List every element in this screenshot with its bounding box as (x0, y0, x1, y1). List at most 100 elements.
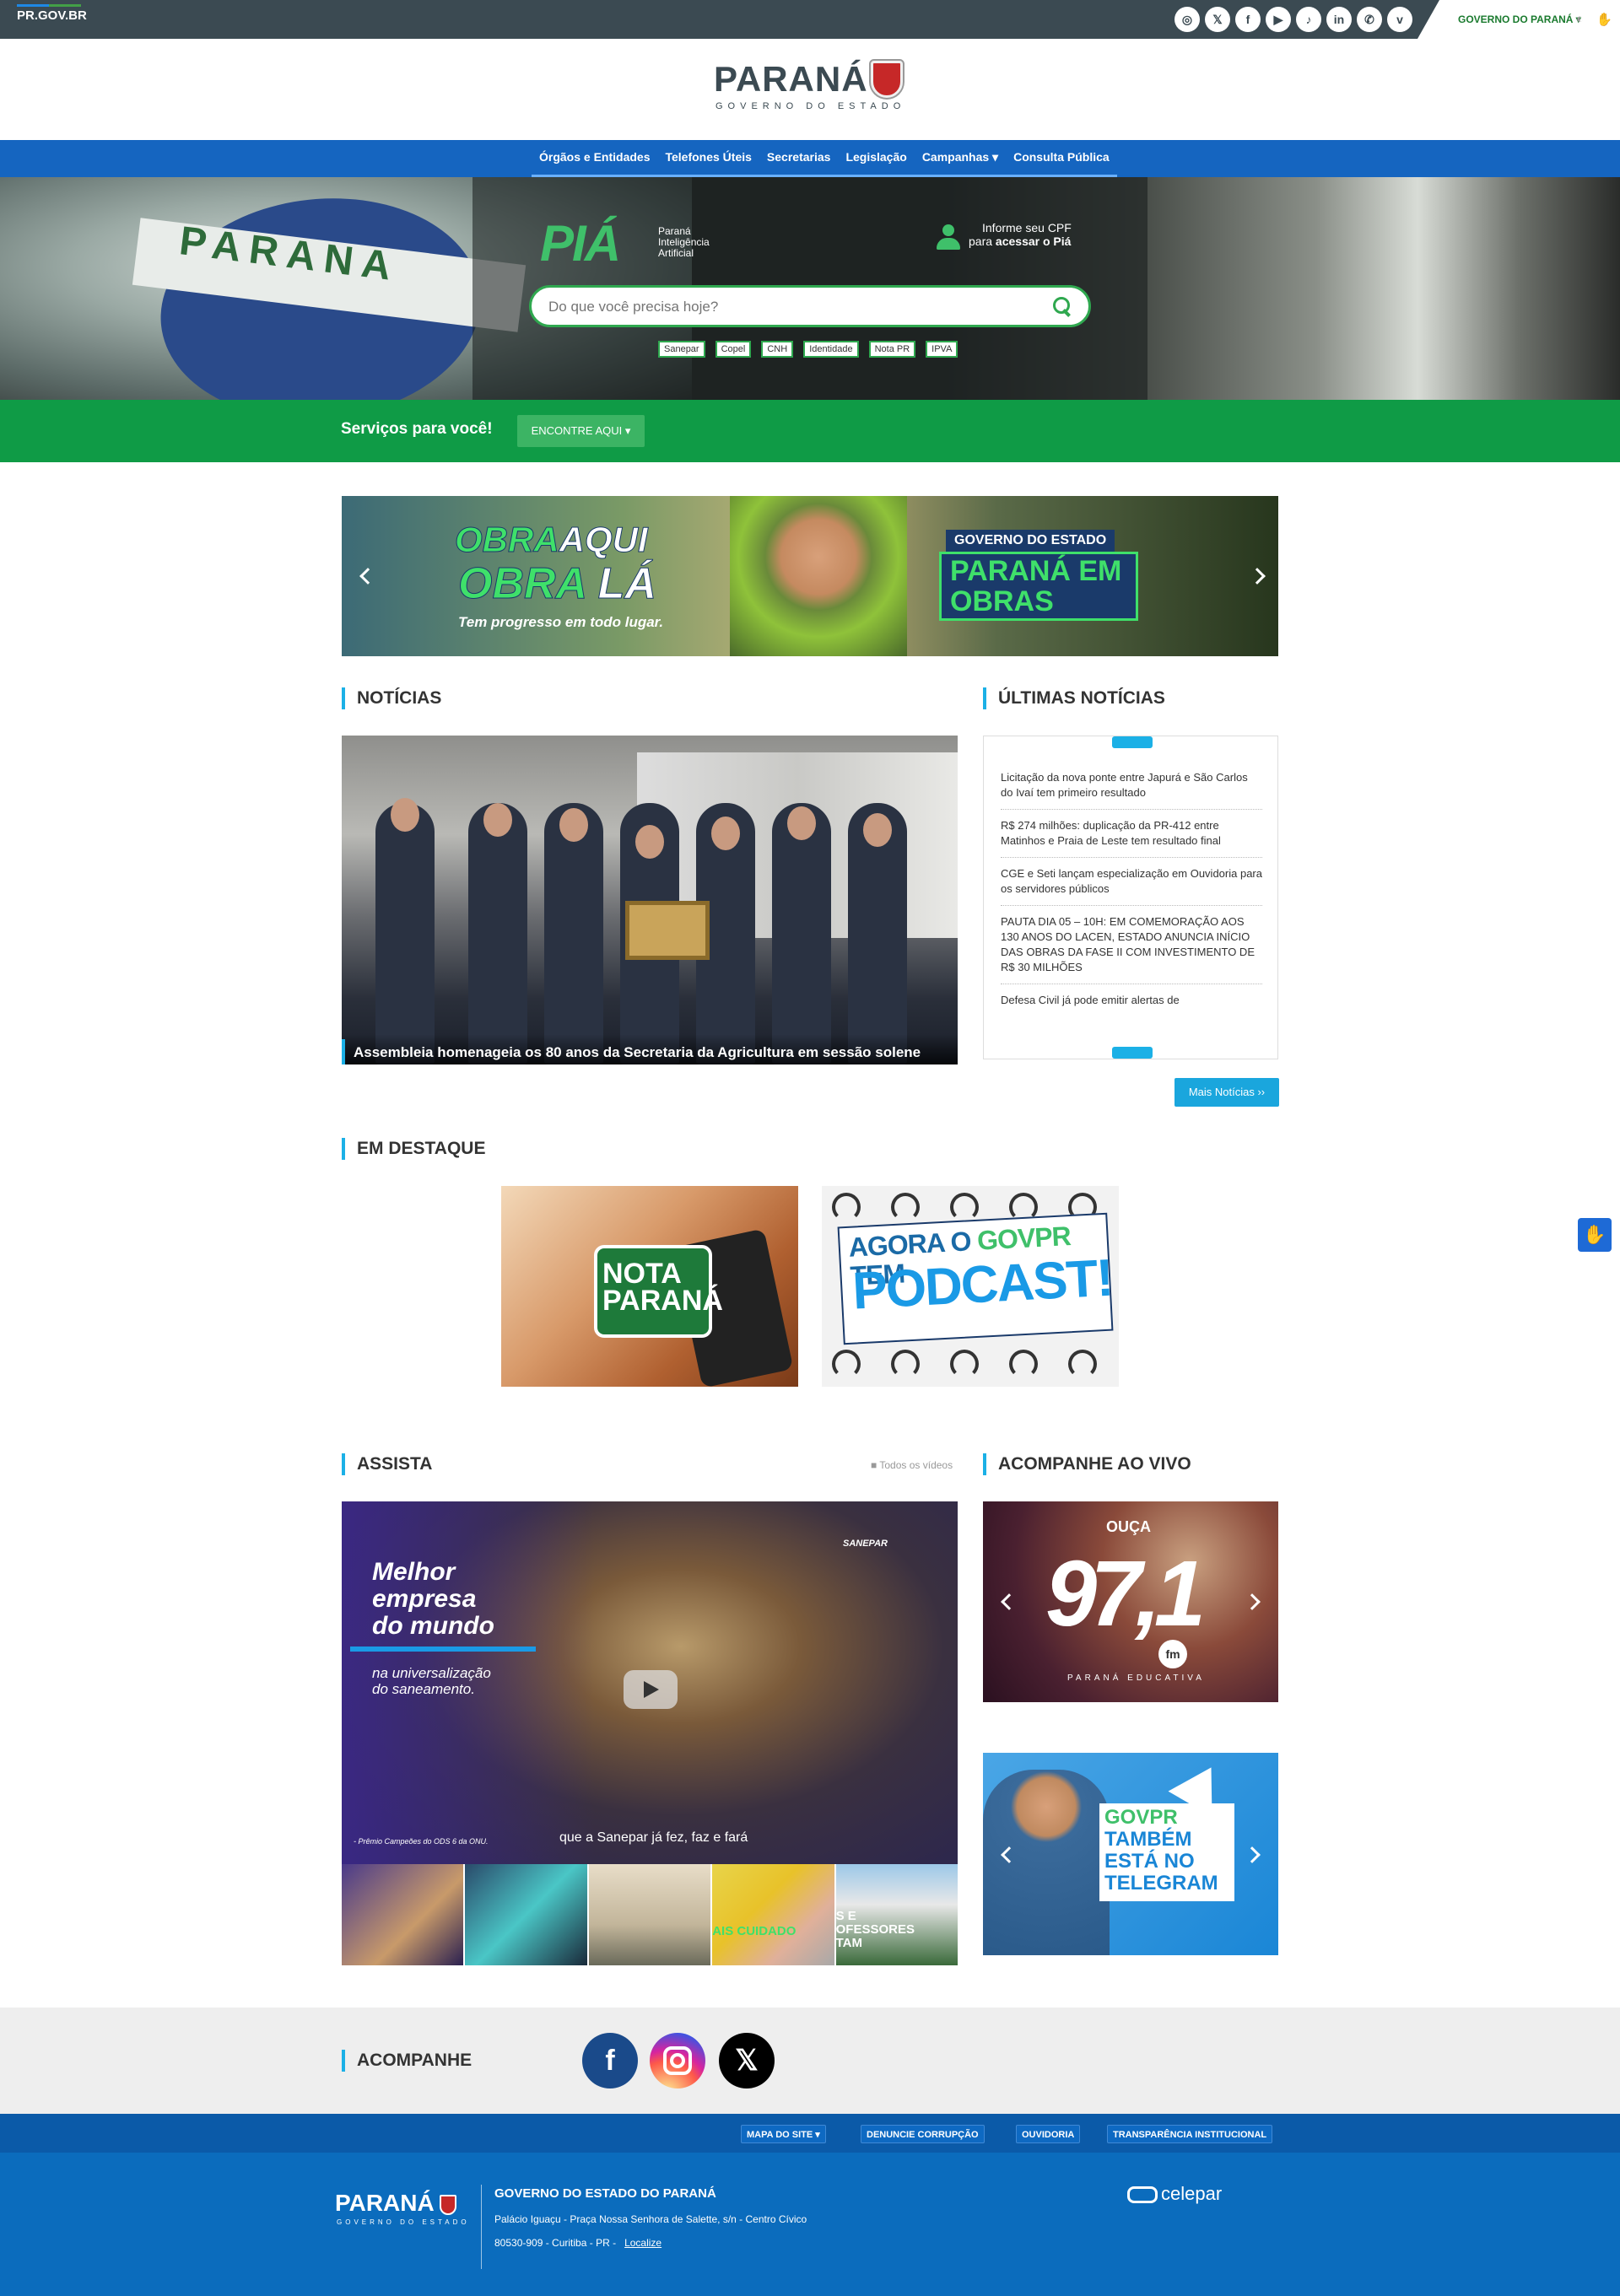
banner-next-arrow[interactable] (1249, 568, 1266, 585)
sign-language-icon[interactable]: ✋ (1596, 12, 1612, 27)
contrast-icon[interactable]: ◐ (1576, 12, 1584, 26)
youtube-icon[interactable]: ▶ (1266, 7, 1291, 32)
prgov-logo-link[interactable]: PR.GOV.BR (17, 4, 87, 23)
radio-next-arrow[interactable] (1244, 1593, 1261, 1610)
pia-logo: PIÁ Paraná Inteligência Artificial (540, 214, 742, 272)
telegram-card[interactable]: GOVPR TAMBÉM ESTÁ NO TELEGRAM (983, 1753, 1278, 1955)
celepar-logo[interactable]: celepar (1127, 2183, 1222, 2205)
ouvidoria-link[interactable]: OUVIDORIA (1016, 2125, 1081, 2143)
top-right-panel: GOVERNO DO PARANÁ ▾ ◐ ✋ (1418, 0, 1620, 39)
news-plaque (625, 901, 710, 960)
footer: PARANÁ GOVERNO DO ESTADO GOVERNO DO ESTA… (0, 2153, 1620, 2296)
site-map-button[interactable]: MAPA DO SITE ▾ (741, 2125, 826, 2143)
news-person-head (787, 806, 816, 840)
pia-word: PIÁ (540, 215, 621, 272)
nav-item-secretarias[interactable]: Secretarias (759, 140, 839, 175)
all-videos-link[interactable]: ■ Todos os vídeos (871, 1459, 953, 1471)
campaign-banner[interactable]: OBRAAQUI OBRA LÁ Tem progresso em todo l… (342, 496, 1278, 656)
transparency-link[interactable]: TRANSPARÊNCIA INSTITUCIONAL (1107, 2125, 1273, 2143)
sanepar-logo: SANEPAR (843, 1539, 888, 1549)
facebook-icon[interactable]: f (582, 2033, 638, 2088)
video-player[interactable]: Melhor empresa do mundo na universalização… (342, 1501, 958, 1864)
facebook-icon[interactable]: f (1235, 7, 1261, 32)
logo-subtitle: GOVERNO DO ESTADO (716, 101, 906, 111)
list-item[interactable]: Licitação da nova ponte entre Japurá e S… (1001, 762, 1262, 810)
video-thumbnail[interactable]: AIS CUIDADO (712, 1864, 834, 1965)
telegram-next-arrow[interactable] (1244, 1846, 1261, 1863)
nav-item-orgaos[interactable]: Órgãos e Entidades (532, 140, 657, 175)
vimeo-icon[interactable]: v (1387, 7, 1412, 32)
governo-menu[interactable]: GOVERNO DO PARANÁ ▾ (1458, 13, 1581, 25)
nav-item-telefones[interactable]: Telefones Úteis (657, 140, 759, 175)
chip-nota-pr[interactable]: Nota PR (868, 341, 916, 358)
whatsapp-icon[interactable]: ✆ (1357, 7, 1382, 32)
radio-fm: fm (1158, 1640, 1187, 1668)
nav-item-legislacao[interactable]: Legislação (838, 140, 914, 175)
headphone-icon (832, 1350, 861, 1378)
cpf-line1: Informe seu CPF (982, 221, 1072, 234)
video-ods-note: - Prêmio Campeões do ODS 6 da ONU. (354, 1837, 489, 1846)
instagram-icon[interactable] (650, 2033, 705, 2088)
video-headline: Melhor empresa do mundo (372, 1558, 494, 1640)
chip-ipva[interactable]: IPVA (926, 341, 958, 358)
video-thumbnail[interactable] (465, 1864, 587, 1965)
list-item[interactable]: CGE e Seti lançam especialização em Ouvi… (1001, 858, 1262, 906)
instagram-icon[interactable]: ◎ (1174, 7, 1200, 32)
cpf-line2: para acessar o Piá (969, 234, 1072, 248)
news-person-head (863, 813, 892, 847)
top-social-icons: ◎ 𝕏 f ▶ ♪ in ✆ v (1174, 7, 1412, 32)
footer-title: GOVERNO DO ESTADO DO PARANÁ (494, 2186, 716, 2201)
news-person (772, 803, 831, 1064)
banner-prev-arrow[interactable] (359, 568, 376, 585)
chip-identidade[interactable]: Identidade (803, 341, 859, 358)
chip-cnh[interactable]: CNH (761, 341, 794, 358)
news-person (544, 803, 603, 1064)
x-icon[interactable]: 𝕏 (719, 2033, 775, 2088)
video-thumbnails: AIS CUIDADO S E OFESSORES TAM (342, 1864, 958, 1965)
chip-sanepar[interactable]: Sanepar (658, 341, 705, 358)
radio-card[interactable]: OUÇA 97,1 fm PARANÁ EDUCATIVA (983, 1501, 1278, 1702)
news-person (468, 803, 527, 1064)
banner-line1: OBRAAQUI (455, 520, 649, 560)
headphone-icon (891, 1350, 920, 1378)
play-button[interactable] (624, 1670, 678, 1709)
latest-news-list: Licitação da nova ponte entre Japurá e S… (983, 736, 1278, 1059)
search-icon[interactable] (1051, 295, 1073, 317)
linkedin-icon[interactable]: in (1326, 7, 1352, 32)
scroll-up-button[interactable] (1112, 736, 1153, 748)
tiktok-icon[interactable]: ♪ (1296, 7, 1321, 32)
video-thumbnail[interactable] (588, 1864, 711, 1965)
featured-news[interactable]: Assembleia homenageia os 80 anos da Secr… (342, 736, 958, 1064)
destaque-podcast[interactable]: AGORA O GOVPR TEM PODCAST! (822, 1186, 1119, 1387)
cpf-login-link[interactable]: Informe seu CPF para acessar o Piá (935, 219, 1104, 253)
thumbnail-text: AIS CUIDADO (712, 1924, 796, 1938)
video-subhead: na universalização do saneamento. (372, 1665, 491, 1697)
more-news-button[interactable]: Mais Notícias ›› (1174, 1078, 1279, 1107)
nav-item-consulta[interactable]: Consulta Pública (1006, 140, 1117, 175)
video-accent-bar (350, 1647, 536, 1652)
section-title-acompanhe: ACOMPANHE (342, 2050, 472, 2072)
report-corruption-link[interactable]: DENUNCIE CORRUPÇÃO (861, 2125, 985, 2143)
nav-item-campanhas[interactable]: Campanhas ▾ (915, 140, 1006, 175)
nota-parana-logo: NOTA PARANÁ (594, 1245, 723, 1338)
search-input[interactable] (548, 298, 1021, 316)
video-thumbnail[interactable] (342, 1864, 464, 1965)
logo-word: PARANÁ (714, 59, 868, 99)
video-camera-icon: ■ (871, 1459, 880, 1471)
encontre-aqui-button[interactable]: ENCONTRE AQUI ▾ (517, 415, 645, 447)
telegram-person-image (983, 1770, 1110, 1955)
site-header: PARANÁ GOVERNO DO ESTADO (0, 39, 1620, 140)
destaque-nota-parana[interactable]: NOTA PARANÁ (501, 1186, 798, 1387)
video-thumbnail[interactable]: S E OFESSORES TAM (835, 1864, 958, 1965)
chip-copel[interactable]: Copel (715, 341, 752, 358)
x-icon[interactable]: 𝕏 (1205, 7, 1230, 32)
radio-prev-arrow[interactable] (1001, 1593, 1018, 1610)
list-item[interactable]: R$ 274 milhões: duplicação da PR-412 ent… (1001, 810, 1262, 858)
scroll-down-button[interactable] (1112, 1047, 1153, 1059)
parana-logo[interactable]: PARANÁ GOVERNO DO ESTADO (714, 57, 908, 116)
list-item[interactable]: PAUTA DIA 05 – 10H: EM COMEMORAÇÃO AOS 1… (1001, 906, 1262, 984)
localize-link[interactable]: Localize (624, 2237, 662, 2249)
list-item[interactable]: Defesa Civil já pode emitir alertas de (1001, 984, 1262, 1016)
footer-city: 80530-909 - Curitiba - PR - Localize (494, 2237, 662, 2249)
accessibility-icon[interactable]: ✋ (1578, 1218, 1612, 1252)
